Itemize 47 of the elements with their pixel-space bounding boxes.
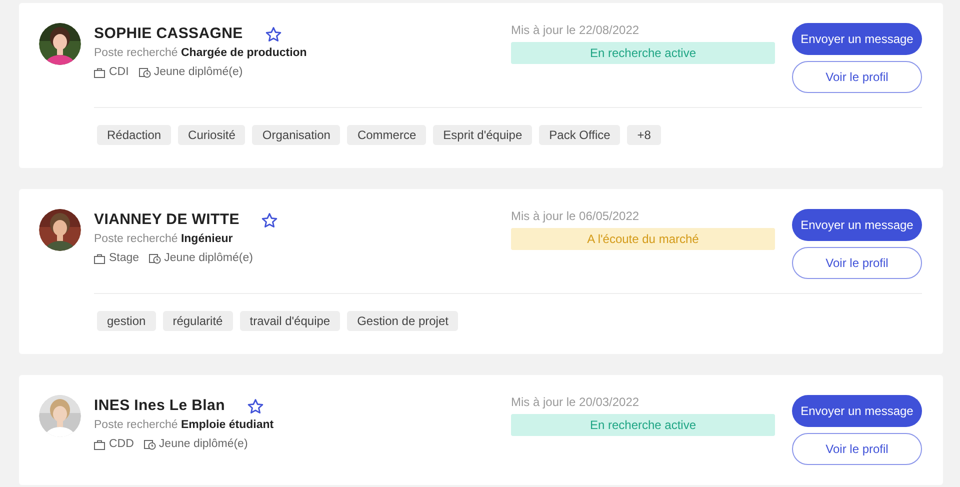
experience-level: Jeune diplômé(e) (164, 251, 253, 266)
candidate-name[interactable]: VIANNEY DE WITTE (94, 208, 240, 232)
star-icon[interactable] (264, 26, 282, 42)
status-badge: A l'écoute du marché (511, 228, 775, 250)
position-label: Poste recherché (94, 233, 178, 245)
position-value: Emploie étudiant (180, 419, 274, 431)
update-date: Mis à jour le 22/08/2022 (511, 22, 640, 39)
calendar-clock-icon (144, 439, 156, 450)
candidate-name[interactable]: SOPHIE CASSAGNE (94, 22, 243, 46)
calendar-clock-icon (138, 67, 151, 78)
update-date: Mis à jour le 20/03/2022 (511, 394, 640, 411)
star-icon[interactable] (261, 212, 278, 228)
skill-tag: Rédaction (97, 125, 172, 145)
status-badge: En recherche active (511, 414, 775, 436)
send-message-button[interactable]: Envoyer un message (792, 395, 922, 427)
contract-type: CDI (109, 65, 129, 80)
calendar-clock-icon (149, 253, 162, 264)
send-message-button[interactable]: Envoyer un message (792, 209, 922, 241)
candidate-name[interactable]: INES Ines Le Blan (94, 394, 225, 418)
position-label: Poste recherché (94, 47, 178, 59)
view-profile-button[interactable]: Voir le profil (792, 61, 922, 93)
status-badge: En recherche active (511, 42, 775, 64)
skill-tag: Esprit d'équipe (433, 125, 532, 145)
position-label: Poste recherché (94, 419, 178, 431)
skill-tag: régularité (162, 311, 233, 331)
skill-tag: Curiosité (178, 125, 246, 145)
position-value: Ingénieur (180, 233, 233, 245)
experience-level: Jeune diplômé(e) (158, 437, 248, 452)
update-date: Mis à jour le 06/05/2022 (511, 208, 640, 225)
star-icon[interactable] (246, 398, 264, 414)
contract-type: Stage (109, 251, 140, 266)
position-value: Chargée de production (180, 47, 307, 59)
skill-tag: Commerce (347, 125, 426, 145)
skill-tag: travail d'équipe (240, 311, 340, 331)
skill-tag: Pack Office (539, 125, 620, 145)
contract-type: CDD (109, 437, 134, 452)
skill-tag: gestion (97, 311, 156, 331)
send-message-button[interactable]: Envoyer un message (792, 23, 922, 55)
experience-level: Jeune diplômé(e) (154, 65, 243, 80)
view-profile-button[interactable]: Voir le profil (792, 247, 922, 279)
skill-tag: Gestion de projet (347, 311, 458, 331)
skill-tag: Organisation (252, 125, 340, 145)
briefcase-icon (94, 68, 105, 78)
skill-tag: +8 (627, 125, 661, 145)
briefcase-icon (94, 254, 105, 264)
view-profile-button[interactable]: Voir le profil (792, 433, 922, 465)
briefcase-icon (94, 440, 105, 450)
